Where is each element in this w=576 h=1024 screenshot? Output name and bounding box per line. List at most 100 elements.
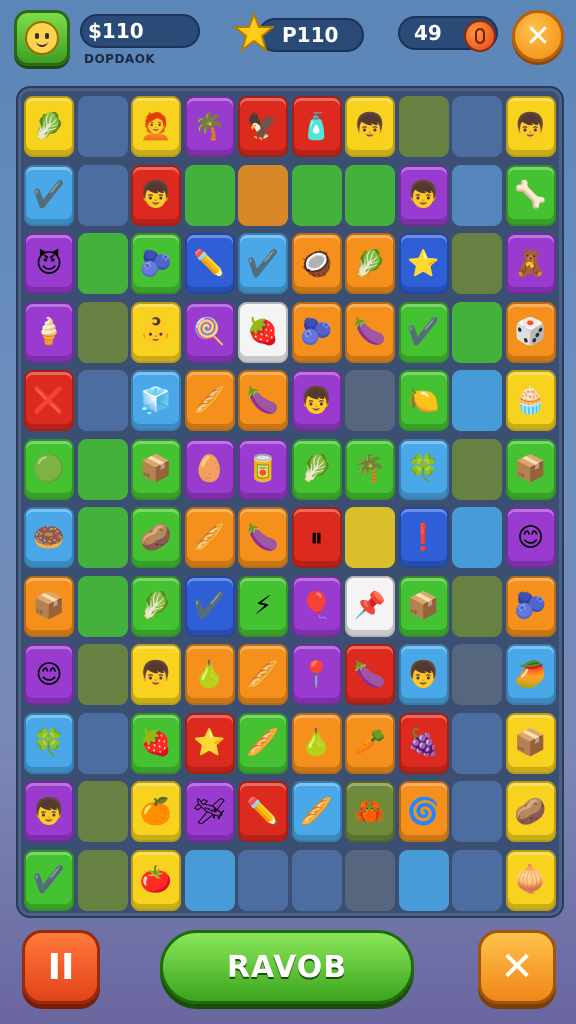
game-tile[interactable]: 🥖 — [238, 712, 288, 774]
game-tile[interactable]: 🥫 — [238, 438, 288, 500]
game-tile[interactable]: ✔️ — [398, 301, 449, 363]
game-tile[interactable]: 🍐 — [291, 712, 342, 774]
game-tile[interactable]: 🥕 — [345, 712, 395, 774]
game-tile[interactable]: 🥖 — [291, 781, 342, 842]
empty-tile[interactable] — [77, 438, 128, 500]
game-tile[interactable]: 🫐 — [505, 575, 556, 637]
empty-tile[interactable] — [452, 233, 502, 294]
game-tile[interactable]: 🦅 — [238, 96, 288, 157]
game-tile[interactable]: 🛩 — [184, 781, 235, 842]
game-tile[interactable]: 👦 — [345, 96, 395, 157]
game-tile[interactable]: 🍓 — [238, 301, 288, 363]
game-tile[interactable]: 👶 — [131, 301, 181, 363]
game-tile[interactable]: 🦴 — [505, 164, 556, 226]
game-tile[interactable]: ✔️ — [24, 849, 74, 911]
game-tile[interactable]: 👦 — [505, 96, 556, 157]
empty-tile[interactable] — [345, 849, 395, 911]
empty-tile[interactable] — [184, 849, 235, 911]
empty-tile[interactable] — [77, 370, 128, 431]
game-tile[interactable]: ⭐ — [398, 233, 449, 294]
game-tile[interactable]: 👦 — [24, 781, 74, 842]
empty-tile[interactable] — [452, 370, 502, 431]
game-tile[interactable]: 🟢 — [24, 438, 74, 500]
empty-tile[interactable] — [345, 507, 395, 568]
game-tile[interactable]: 🍐 — [184, 644, 235, 705]
game-tile[interactable]: 🥭 — [505, 644, 556, 705]
game-tile[interactable]: 🍆 — [238, 507, 288, 568]
empty-tile[interactable] — [77, 233, 128, 294]
empty-tile[interactable] — [77, 644, 128, 705]
game-tile[interactable]: 🎲 — [505, 301, 556, 363]
game-tile[interactable]: 🥥 — [291, 233, 342, 294]
game-tile[interactable]: 👦 — [131, 644, 181, 705]
game-tile[interactable]: 🍆 — [238, 370, 288, 431]
empty-tile[interactable] — [452, 164, 502, 226]
game-tile[interactable]: 🥬 — [24, 96, 74, 157]
empty-tile[interactable] — [452, 301, 502, 363]
empty-tile[interactable] — [452, 712, 502, 774]
game-tile[interactable]: 🍊 — [131, 781, 181, 842]
game-tile[interactable]: 🍓 — [131, 712, 181, 774]
game-tile[interactable]: 🥬 — [131, 575, 181, 637]
game-tile[interactable]: 🍀 — [24, 712, 74, 774]
game-tile[interactable]: 🥖 — [238, 644, 288, 705]
game-tile[interactable]: 🍅 — [131, 849, 181, 911]
game-tile[interactable]: 📍 — [291, 644, 342, 705]
empty-tile[interactable] — [452, 96, 502, 157]
game-tile[interactable]: ⚡ — [238, 575, 288, 637]
empty-tile[interactable] — [77, 712, 128, 774]
empty-tile[interactable] — [452, 575, 502, 637]
empty-tile[interactable] — [452, 849, 502, 911]
game-tile[interactable]: 🥬 — [291, 438, 342, 500]
game-tile[interactable]: 🥖 — [184, 370, 235, 431]
pause-button[interactable]: II — [22, 930, 100, 1004]
game-tile[interactable]: 🧊 — [131, 370, 181, 431]
game-tile[interactable]: 🦀 — [345, 781, 395, 842]
empty-tile[interactable] — [238, 164, 288, 226]
empty-tile[interactable] — [77, 96, 128, 157]
game-tile[interactable]: 👦 — [291, 370, 342, 431]
game-tile[interactable]: 🧅 — [505, 849, 556, 911]
game-tile[interactable]: 😈 — [24, 233, 74, 294]
empty-tile[interactable] — [77, 781, 128, 842]
game-tile[interactable]: 🍆 — [345, 644, 395, 705]
game-tile[interactable]: 🍇 — [398, 712, 449, 774]
game-tile[interactable]: 🍦 — [24, 301, 74, 363]
game-tile[interactable]: 👦 — [398, 644, 449, 705]
game-tile[interactable]: 😊 — [24, 644, 74, 705]
game-tile[interactable]: ⭐ — [184, 712, 235, 774]
game-tile[interactable]: ✏️ — [238, 781, 288, 842]
game-tile[interactable]: 🥬 — [345, 233, 395, 294]
game-tile[interactable]: 🫐 — [291, 301, 342, 363]
empty-tile[interactable] — [184, 164, 235, 226]
empty-tile[interactable] — [291, 849, 342, 911]
empty-tile[interactable] — [452, 644, 502, 705]
empty-tile[interactable] — [77, 301, 128, 363]
game-tile[interactable]: 🍀 — [398, 438, 449, 500]
game-tile[interactable]: 👦 — [398, 164, 449, 226]
game-tile[interactable]: ✏️ — [184, 233, 235, 294]
game-tile[interactable]: 🌀 — [398, 781, 449, 842]
game-tile[interactable]: 😊 — [505, 507, 556, 568]
empty-tile[interactable] — [291, 164, 342, 226]
close-button[interactable]: ✕ — [512, 10, 564, 62]
game-tile[interactable]: 📦 — [505, 712, 556, 774]
game-tile[interactable]: 📦 — [24, 575, 74, 637]
game-tile[interactable]: 🍭 — [184, 301, 235, 363]
game-tile[interactable]: 📌 — [345, 575, 395, 637]
game-tile[interactable]: 🫐 — [131, 233, 181, 294]
main-action-button[interactable]: RAVOB — [160, 930, 414, 1004]
game-tile[interactable]: 🎈 — [291, 575, 342, 637]
empty-tile[interactable] — [398, 96, 449, 157]
game-tile[interactable]: ✔️ — [24, 164, 74, 226]
player-avatar[interactable] — [14, 10, 70, 66]
game-tile[interactable]: 📦 — [131, 438, 181, 500]
empty-tile[interactable] — [345, 370, 395, 431]
game-tile[interactable]: 👦 — [131, 164, 181, 226]
empty-tile[interactable] — [345, 164, 395, 226]
game-tile[interactable]: ❌ — [24, 370, 74, 431]
empty-tile[interactable] — [452, 507, 502, 568]
game-tile[interactable]: 🧁 — [505, 370, 556, 431]
game-tile[interactable]: 🥚 — [184, 438, 235, 500]
game-tile[interactable]: ⏸ — [291, 507, 342, 568]
